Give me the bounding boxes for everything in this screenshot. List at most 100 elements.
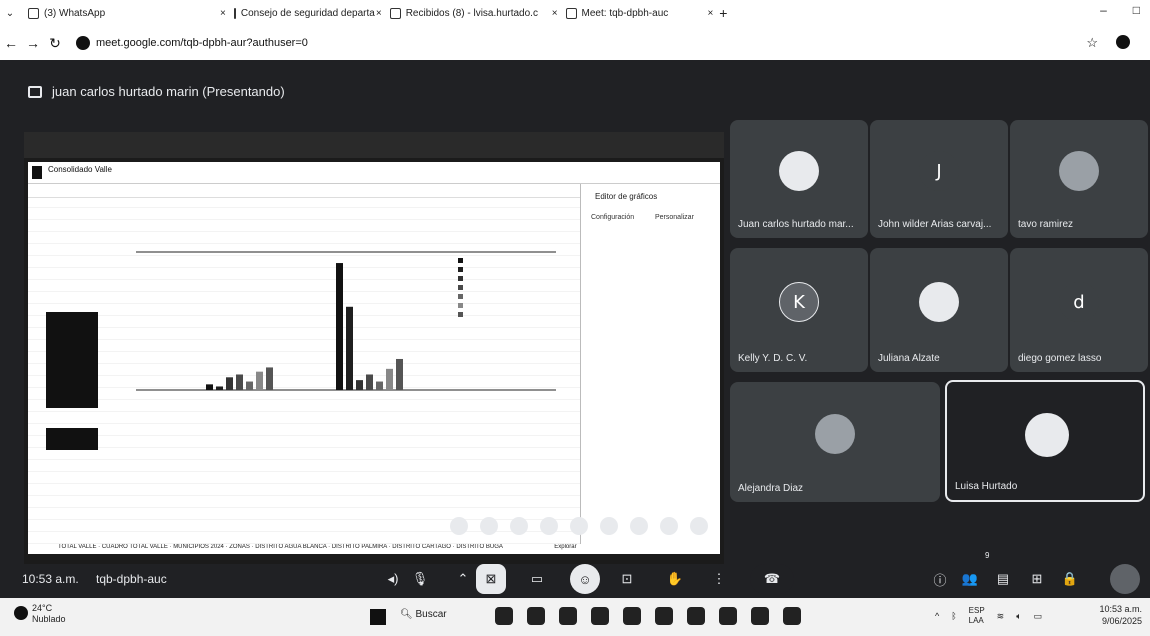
windows-start-icon[interactable]: [370, 609, 386, 625]
participant-tile-self[interactable]: Luisa Hurtado: [945, 380, 1145, 502]
back-icon[interactable]: ←: [0, 35, 22, 51]
surprised-face-icon[interactable]: [600, 517, 618, 535]
thumbs-down-icon[interactable]: [690, 517, 708, 535]
file-explorer-icon[interactable]: [559, 607, 577, 625]
meeting-info-icon[interactable]: ⓘ: [925, 564, 955, 594]
leave-call-button[interactable]: ☎: [750, 564, 794, 594]
participant-name: Luisa Hurtado: [955, 481, 1018, 492]
tab-label: (3) WhatsApp: [44, 7, 106, 19]
participant-tile[interactable]: d diego gomez lasso: [1010, 248, 1148, 372]
store-icon[interactable]: [623, 607, 641, 625]
tab-gmail[interactable]: Recibidos (8) - lvisa.hurtado.c: [382, 2, 552, 24]
thumbs-up-icon[interactable]: [480, 517, 498, 535]
sheet-tab[interactable]: MUNICIPIOS 2024: [173, 544, 224, 550]
sheet-tab[interactable]: DISTRITO PALMIRA: [332, 544, 387, 550]
sheet-tab[interactable]: DISTRITO AGUA BLANCA: [255, 544, 326, 550]
self-avatar[interactable]: [1110, 564, 1140, 594]
captions-button[interactable]: ▭: [522, 564, 552, 594]
crying-face-icon[interactable]: [630, 517, 648, 535]
filled-cells-block: [46, 428, 98, 450]
raise-hand-button[interactable]: ✋: [660, 564, 690, 594]
chart-bar: [266, 367, 273, 390]
chrome-profile-icon[interactable]: [719, 607, 737, 625]
sheet-tab[interactable]: DISTRITO BUGA: [456, 544, 502, 550]
participant-tile[interactable]: Juan carlos hurtado mar...: [730, 120, 868, 238]
clapping-hands-icon[interactable]: [540, 517, 558, 535]
tab-configuracion[interactable]: Configuración: [591, 214, 634, 221]
bookmark-star-icon[interactable]: ☆: [1086, 35, 1098, 51]
wifi-icon[interactable]: ≋: [997, 611, 1005, 622]
participant-tile[interactable]: tavo ramirez: [1010, 120, 1148, 238]
sheet-tabs: TOTAL VALLE · CUADRO TOTAL VALLE · MUNIC…: [28, 544, 720, 554]
speaker-icon[interactable]: ◂): [378, 564, 408, 594]
emoji-reactions-button[interactable]: ☺: [570, 564, 600, 594]
url-field[interactable]: meet.google.com/tqb-dpbh-aur?authuser=0: [96, 37, 308, 49]
party-popper-icon[interactable]: [510, 517, 528, 535]
maximize-icon[interactable]: □: [1133, 3, 1140, 17]
site-info-icon[interactable]: [76, 36, 90, 50]
profile-avatar[interactable]: [1116, 35, 1130, 49]
forward-icon[interactable]: →: [22, 35, 44, 51]
weather-widget[interactable]: 24°C Nublado: [32, 603, 66, 625]
settings-icon[interactable]: [783, 607, 801, 625]
language-code: ESP: [968, 606, 985, 615]
reload-icon[interactable]: ↻: [44, 35, 66, 52]
chart-bar: [376, 381, 383, 390]
microphone-button[interactable]: 🎙: [405, 564, 435, 594]
chart-bar: [206, 384, 213, 390]
chart-bar: [236, 374, 243, 390]
language-indicator[interactable]: ESP LAA: [969, 606, 985, 626]
volume-icon[interactable]: 🔈︎: [1016, 611, 1021, 622]
teams-icon[interactable]: [751, 607, 769, 625]
host-controls-icon[interactable]: 🔒: [1055, 564, 1085, 594]
avatar: [815, 414, 855, 454]
weather-icon: [14, 606, 28, 620]
window-controls: – □: [1100, 3, 1140, 17]
clock-date: 9/06/2025: [1101, 616, 1142, 626]
chart-bar: [256, 371, 263, 390]
new-tab-icon[interactable]: +: [713, 5, 733, 21]
present-button[interactable]: ⊡: [612, 564, 642, 594]
tab-search-chevron-icon[interactable]: ⌄: [0, 8, 20, 19]
sheet-tab[interactable]: TOTAL VALLE: [58, 544, 96, 550]
camera-off-button[interactable]: ⊠: [476, 564, 506, 594]
thinking-face-icon[interactable]: [660, 517, 678, 535]
chart-bar: [396, 358, 403, 390]
avatar: [919, 282, 959, 322]
system-clock[interactable]: 10:53 a.m. 9/06/2025: [1099, 603, 1142, 627]
tab-whatsapp[interactable]: (3) WhatsApp: [20, 2, 220, 24]
participant-tile[interactable]: J John wilder Arias carvaj...: [870, 120, 1008, 238]
sheet-tab[interactable]: DISTRITO CARTAGO: [392, 544, 451, 550]
edge-icon[interactable]: [687, 607, 705, 625]
participant-tile[interactable]: Alejandra Diaz: [730, 382, 940, 502]
chevron-up-icon[interactable]: ⌃: [448, 564, 478, 594]
sheet-tab[interactable]: ZONAS: [229, 544, 250, 550]
laughing-face-icon[interactable]: [570, 517, 588, 535]
battery-icon[interactable]: ▭: [1034, 611, 1043, 622]
tab-meet[interactable]: Meet: tqb-dpbh-auc: [558, 2, 708, 24]
explore-button[interactable]: Explorar: [554, 544, 576, 550]
bluetooth-icon[interactable]: ᛒ: [951, 611, 956, 621]
sparkle-heart-icon[interactable]: [450, 517, 468, 535]
minimize-icon[interactable]: –: [1100, 3, 1107, 17]
legend-swatch: [458, 276, 463, 281]
sheets-doc-icon: [32, 166, 42, 179]
terminal-icon[interactable]: [655, 607, 673, 625]
tab-consejo[interactable]: Consejo de seguridad departa: [226, 2, 376, 24]
participant-tile[interactable]: K Kelly Y. D. C. V.: [730, 248, 868, 372]
activities-icon[interactable]: ⊞: [1022, 564, 1052, 594]
legend-swatch: [458, 258, 463, 263]
task-view-icon[interactable]: [527, 607, 545, 625]
widgets-icon[interactable]: [495, 607, 513, 625]
more-options-icon[interactable]: ⋮: [704, 564, 734, 594]
tab-personalizar[interactable]: Personalizar: [655, 214, 694, 221]
tab-label: Consejo de seguridad departa: [240, 7, 375, 19]
chat-icon[interactable]: ▤: [988, 564, 1018, 594]
chart-editor-panel: Editor de gráficos Configuración Persona…: [580, 184, 720, 544]
chevron-up-icon[interactable]: ^: [935, 611, 939, 621]
chrome-icon[interactable]: [591, 607, 609, 625]
taskbar-search[interactable]: 🔍︎ Buscar: [400, 609, 447, 620]
sheet-tab[interactable]: CUADRO TOTAL VALLE: [102, 544, 168, 550]
people-icon[interactable]: 👥: [955, 564, 985, 594]
participant-tile[interactable]: Juliana Alzate: [870, 248, 1008, 372]
